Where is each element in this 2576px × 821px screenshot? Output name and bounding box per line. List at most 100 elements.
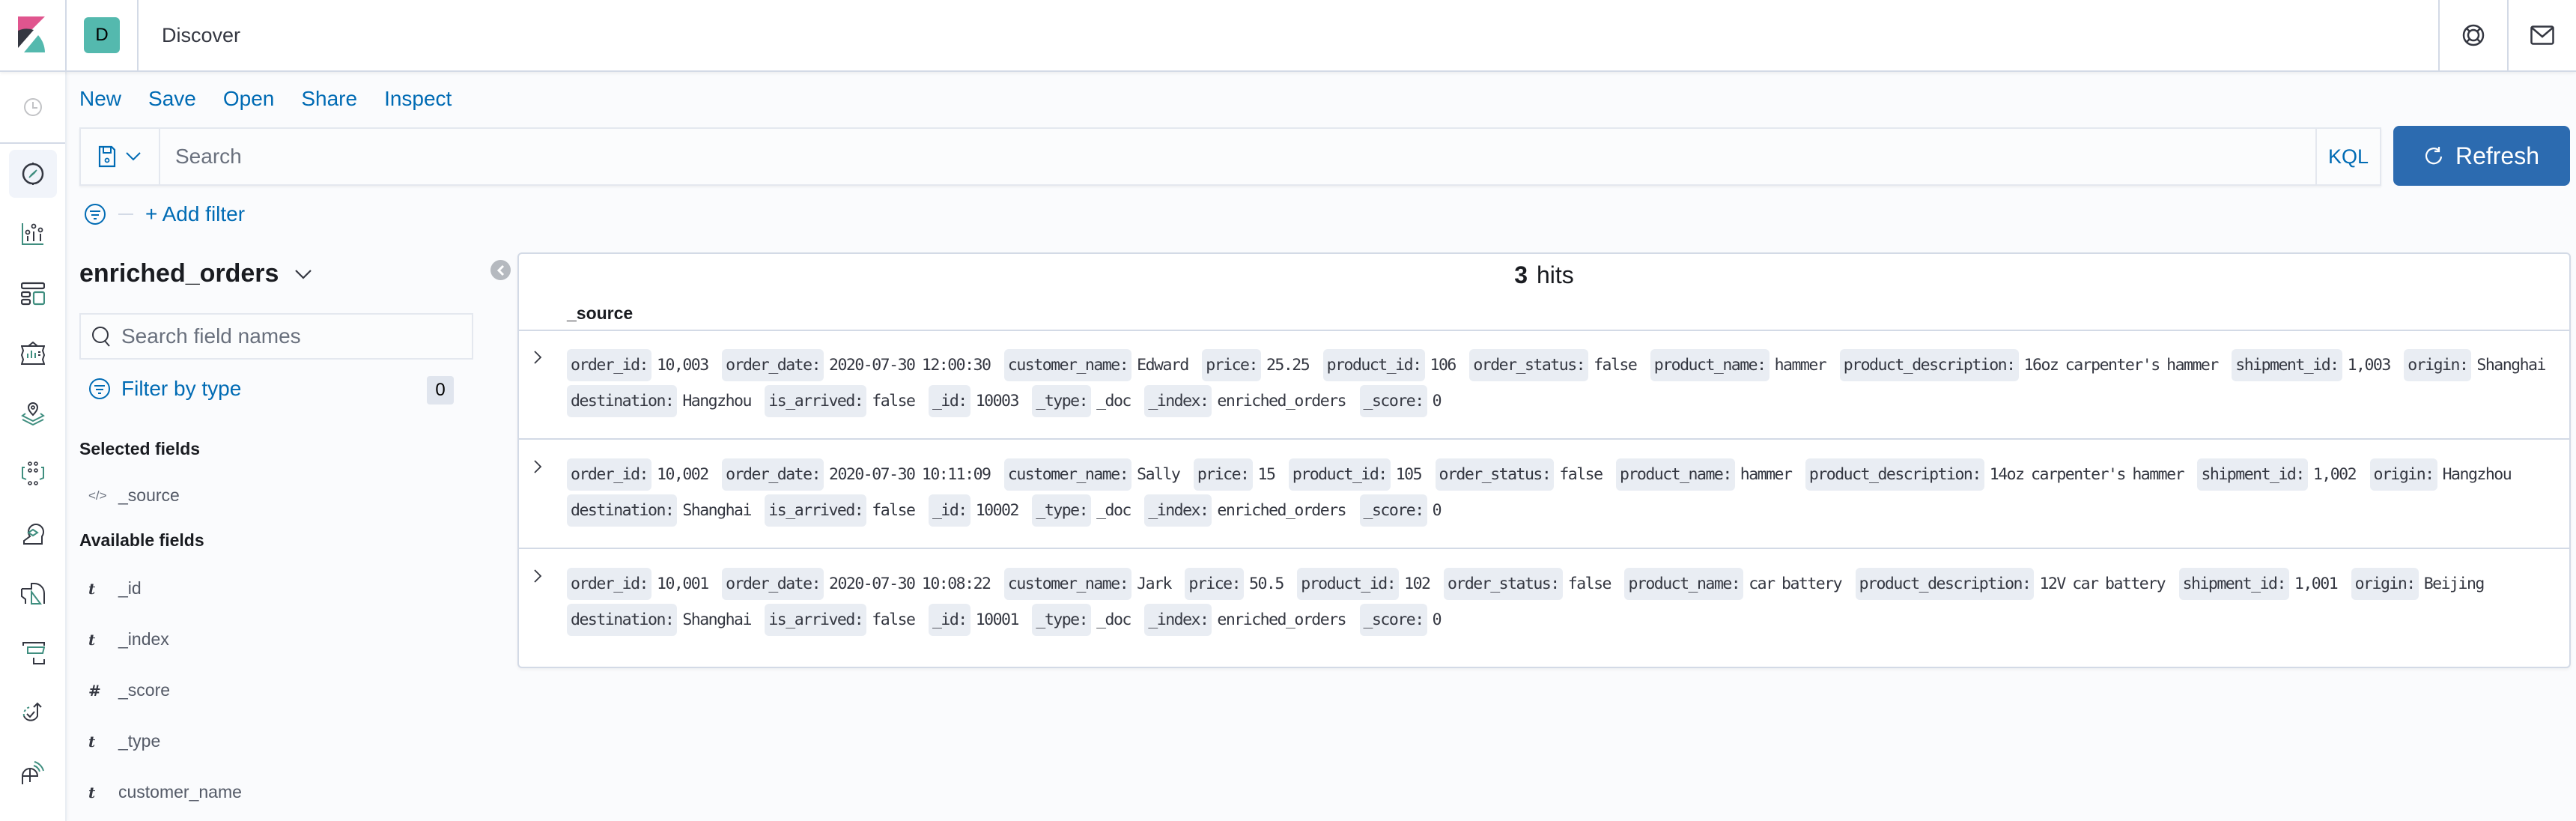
document-source: order_id: 10,001 order_date: 2020-07-30 10…: [567, 566, 2559, 638]
string-type-icon: t: [88, 630, 96, 649]
field-value: 105: [1395, 465, 1423, 484]
new-button[interactable]: New: [79, 87, 121, 111]
field-key: is_arrived:: [765, 494, 867, 527]
field-value: Hangzhou: [2442, 465, 2512, 484]
nav-apm[interactable]: [0, 623, 65, 683]
nav-maps[interactable]: [0, 384, 65, 443]
document-source: order_id: 10,003 order_date: 2020-07-30 12…: [567, 348, 2559, 419]
filter-divider: [118, 213, 133, 215]
field-key: is_arrived:: [765, 604, 867, 636]
space-selector[interactable]: D: [67, 0, 139, 71]
field-key: order_status:: [1435, 458, 1555, 491]
save-button[interactable]: Save: [148, 87, 196, 111]
field-value: false: [872, 501, 916, 520]
available-fields-title: Available fields: [79, 530, 204, 550]
field-item-source[interactable]: </> _source: [88, 485, 180, 506]
document-source: order_id: 10,002 order_date: 2020-07-30 10…: [567, 457, 2559, 529]
nav-canvas[interactable]: [0, 324, 65, 384]
field-search-box: [79, 313, 473, 360]
field-key: price:: [1202, 349, 1261, 381]
field-value: Sally: [1137, 465, 1181, 484]
index-pattern-name: enriched_orders: [79, 259, 279, 288]
field-key: _index:: [1144, 604, 1212, 636]
field-key: _id:: [928, 604, 970, 636]
newsfeed-button[interactable]: [2507, 0, 2576, 71]
search-icon: [92, 327, 110, 347]
open-button[interactable]: Open: [223, 87, 275, 111]
field-key: shipment_id:: [2232, 349, 2342, 381]
inspect-button[interactable]: Inspect: [384, 87, 452, 111]
field-key: origin:: [2351, 568, 2419, 600]
nav-dashboard[interactable]: [0, 264, 65, 324]
left-nav: [0, 72, 67, 821]
chevron-down-icon: [295, 269, 312, 279]
field-key: product_id:: [1297, 568, 1400, 600]
field-key: price:: [1185, 568, 1245, 600]
field-value: hammer: [1740, 465, 1793, 484]
dashboard-icon: [20, 282, 45, 306]
field-name: _score: [118, 680, 171, 700]
help-button[interactable]: [2438, 0, 2507, 71]
string-type-icon: t: [88, 579, 96, 598]
field-key: product_name:: [1624, 568, 1744, 600]
space-avatar: D: [84, 17, 120, 53]
field-item-score[interactable]: # _score: [88, 680, 170, 700]
field-value: false: [872, 392, 916, 410]
field-item-type[interactable]: t _type: [88, 731, 160, 751]
filter-by-type-button[interactable]: Filter by type: [88, 377, 241, 401]
field-key: _type:: [1032, 385, 1092, 417]
nav-recently-viewed[interactable]: [0, 72, 65, 144]
field-name: _type: [118, 731, 161, 751]
field-value: _doc: [1096, 501, 1131, 520]
filter-options-icon[interactable]: [84, 203, 106, 225]
hits-label: hits: [1537, 261, 1574, 288]
nav-metrics[interactable]: [0, 743, 65, 803]
nav-discover[interactable]: [0, 144, 65, 204]
field-key: _type:: [1032, 494, 1092, 527]
field-key: is_arrived:: [765, 385, 867, 417]
table-row: order_id: 10,002 order_date: 2020-07-30 10…: [519, 440, 2569, 549]
nav-logs[interactable]: [0, 563, 65, 623]
saved-query-button[interactable]: [81, 129, 160, 184]
column-header-source[interactable]: _source: [567, 303, 633, 324]
nav-machine-learning[interactable]: [0, 443, 65, 503]
index-pattern-selector[interactable]: enriched_orders: [79, 259, 313, 288]
refresh-button[interactable]: Refresh: [2393, 126, 2570, 186]
field-item-id[interactable]: t _id: [88, 578, 142, 599]
field-key: origin:: [2404, 349, 2472, 381]
help-lifebuoy-icon: [2462, 24, 2485, 46]
collapse-sidebar-button[interactable]: [490, 260, 511, 280]
search-input[interactable]: [160, 129, 2315, 184]
results-panel: 3 hits _source order_id: 10,003 order_date…: [517, 252, 2571, 668]
field-value: 14oz carpenter's hammer: [1989, 465, 2185, 484]
top-header: D Discover: [0, 0, 2576, 72]
field-value: 0: [1432, 611, 1442, 629]
field-key: product_description:: [1839, 349, 2019, 381]
chevron-right-icon: [534, 351, 542, 364]
field-value: enriched_orders: [1217, 611, 1346, 629]
expand-row-button[interactable]: [532, 349, 543, 369]
nav-visualize[interactable]: [0, 204, 65, 264]
kibana-logo[interactable]: [0, 0, 67, 71]
compass-icon: [22, 163, 43, 185]
add-filter-button[interactable]: + Add filter: [145, 202, 245, 226]
field-key: product_id:: [1288, 458, 1391, 491]
field-item-index[interactable]: t _index: [88, 629, 169, 649]
field-key: product_description:: [1805, 458, 1984, 491]
share-button[interactable]: Share: [301, 87, 357, 111]
field-search-input[interactable]: [121, 324, 451, 348]
expand-row-button[interactable]: [532, 458, 543, 479]
nav-uptime[interactable]: [0, 683, 65, 743]
field-value: hammer: [1774, 356, 1827, 375]
field-key: destination:: [567, 385, 678, 417]
table-row: order_id: 10,003 order_date: 2020-07-30 12…: [519, 331, 2569, 440]
filter-icon: [89, 378, 110, 399]
field-item-customer-name[interactable]: t customer_name: [88, 782, 242, 802]
nav-siem[interactable]: [0, 503, 65, 563]
query-language-toggle[interactable]: KQL: [2315, 129, 2380, 184]
expand-row-button[interactable]: [532, 568, 543, 588]
chevron-right-icon: [534, 460, 542, 473]
field-value: 1,002: [2312, 465, 2357, 484]
field-value: 10003: [975, 392, 1020, 410]
field-key: product_name:: [1650, 349, 1770, 381]
